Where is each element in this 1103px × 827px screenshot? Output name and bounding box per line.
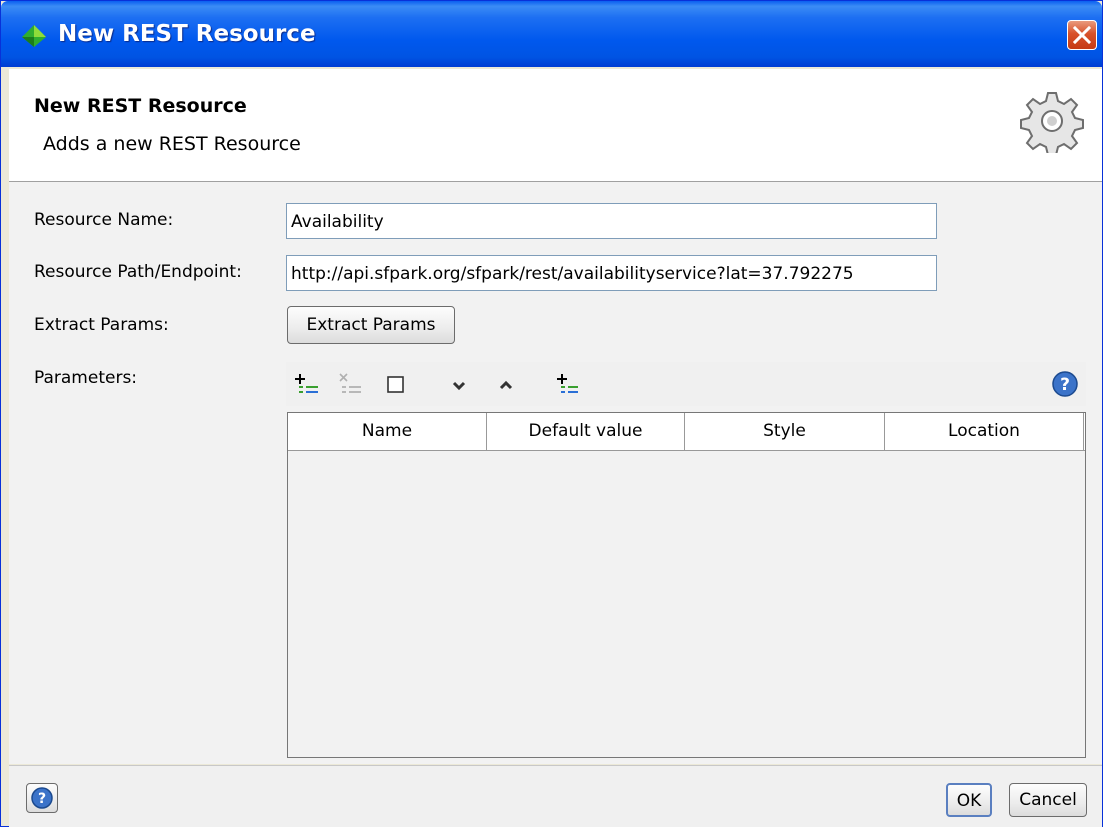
header-panel: New REST Resource Adds a new REST Resour… xyxy=(9,69,1102,182)
parameters-table[interactable]: Name Default value Style Location xyxy=(287,412,1086,758)
extract-params-button[interactable]: Extract Params xyxy=(287,306,455,344)
window-title: New REST Resource xyxy=(58,21,316,47)
header-description: Adds a new REST Resource xyxy=(43,133,301,155)
table-header: Name Default value Style Location xyxy=(288,413,1085,451)
svg-text:?: ? xyxy=(1060,375,1070,395)
title-bar[interactable]: New REST Resource xyxy=(1,1,1102,67)
cancel-button[interactable]: Cancel xyxy=(1009,783,1087,817)
form-area: Resource Name: Availability Resource Pat… xyxy=(9,182,1102,764)
column-header-default-value[interactable]: Default value xyxy=(487,413,685,450)
column-header-location[interactable]: Location xyxy=(885,413,1084,450)
column-header-name[interactable]: Name xyxy=(288,413,487,450)
svg-text:?: ? xyxy=(38,791,46,807)
resource-path-input[interactable]: http://api.sfpark.org/sfpark/rest/availa… xyxy=(286,255,937,291)
move-up-icon[interactable] xyxy=(494,372,518,396)
close-button[interactable] xyxy=(1067,20,1097,50)
help-icon: ? xyxy=(31,787,53,809)
add-param-icon[interactable] xyxy=(295,372,319,396)
resource-name-input[interactable]: Availability xyxy=(286,203,937,239)
remove-param-icon[interactable] xyxy=(338,372,362,396)
parameters-toolbar: ? xyxy=(286,362,1086,406)
dialog-footer: ? OK Cancel xyxy=(9,765,1102,827)
column-header-style[interactable]: Style xyxy=(685,413,885,450)
resource-path-label: Resource Path/Endpoint: xyxy=(34,262,242,282)
ok-button[interactable]: OK xyxy=(946,783,992,817)
gear-icon xyxy=(1020,92,1084,153)
move-down-icon[interactable] xyxy=(447,372,471,396)
close-icon xyxy=(1073,26,1091,44)
app-logo-icon xyxy=(22,25,46,47)
add-params-icon[interactable] xyxy=(556,372,580,396)
help-button[interactable]: ? xyxy=(26,783,58,813)
parameters-label: Parameters: xyxy=(34,368,138,388)
dialog-window: New REST Resource New REST Resource Adds… xyxy=(0,0,1103,827)
help-icon[interactable]: ? xyxy=(1051,370,1079,398)
extract-params-label: Extract Params: xyxy=(34,315,169,335)
resource-name-label: Resource Name: xyxy=(34,210,174,230)
checkbox-icon[interactable] xyxy=(384,372,408,396)
header-title: New REST Resource xyxy=(34,95,247,117)
